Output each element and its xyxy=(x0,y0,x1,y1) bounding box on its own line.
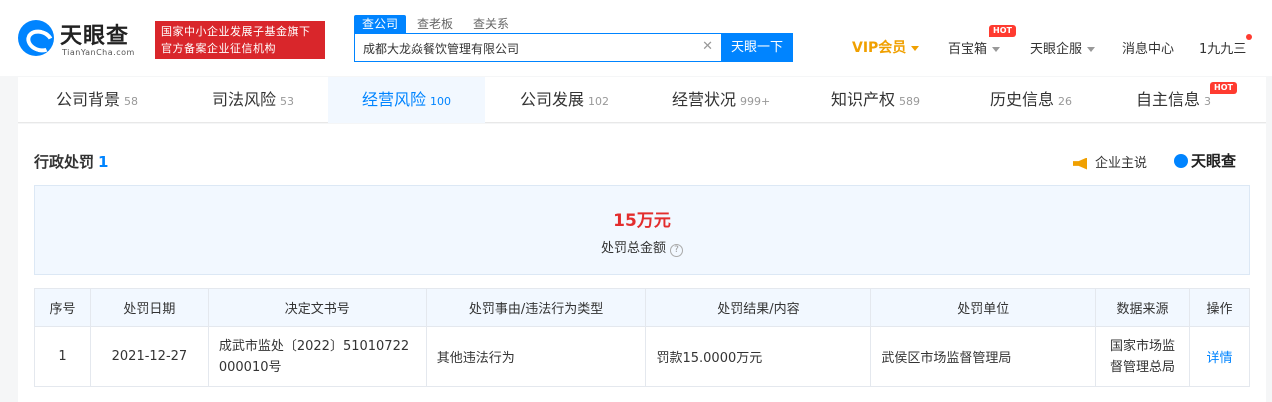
hot-badge: HOT xyxy=(1210,82,1237,94)
tab-operating-risk[interactable]: 经营风险 100 xyxy=(328,77,485,123)
doc-number-line-1: 成武市监处〔2022〕51010722 xyxy=(218,338,410,354)
cell-unit: 武侯区市场监督管理局 xyxy=(870,326,1097,387)
search-tab-relation[interactable]: 查关系 xyxy=(473,15,509,33)
search-input[interactable] xyxy=(363,39,693,57)
tab-label: 公司发展 xyxy=(520,90,585,109)
brand-watermark: 天眼查 xyxy=(1174,150,1236,171)
tab-count: 26 xyxy=(1058,95,1073,108)
top-header: 天眼查 TianYanCha.com 国家中小企业发展子基金旗下 官方备案企业征… xyxy=(0,0,1272,76)
doc-number-line-2: 000010号 xyxy=(218,359,282,375)
nav-enterprise-service-label: 天眼企服 xyxy=(1030,42,1083,57)
cell-source: 国家市场监 督管理总局 xyxy=(1095,326,1190,387)
cell-result: 罚款15.0000万元 xyxy=(645,326,872,387)
penalty-summary: 15万元 处罚总金额? xyxy=(34,185,1250,275)
cell-action: 详情 xyxy=(1189,326,1250,387)
chevron-down-icon xyxy=(992,47,1001,52)
tab-judicial-risk[interactable]: 司法风险 53 xyxy=(212,77,294,123)
section-title: 行政处罚 1 xyxy=(34,151,108,172)
col-source: 数据来源 xyxy=(1095,288,1190,327)
chevron-down-icon xyxy=(1087,47,1096,52)
col-action: 操作 xyxy=(1189,288,1250,327)
tab-company-development[interactable]: 公司发展 102 xyxy=(520,77,609,123)
tab-count: 3 xyxy=(1204,95,1212,108)
logo-text: 天眼查 xyxy=(60,24,130,49)
category-tabs: 公司背景 58 司法风险 53 经营风险 100 公司发展 102 经营状况 999+ 知… xyxy=(18,77,1266,123)
tab-count: 589 xyxy=(899,95,921,108)
cell-date: 2021-12-27 xyxy=(89,326,209,387)
nav-treasure-box-label: 百宝箱 xyxy=(948,42,988,57)
help-icon[interactable]: ? xyxy=(670,244,683,257)
hot-badge: HOT xyxy=(989,25,1016,37)
col-result: 处罚结果/内容 xyxy=(645,288,872,327)
tab-label: 历史信息 xyxy=(990,90,1055,109)
tab-count: 100 xyxy=(430,95,451,108)
total-penalty-label-row: 处罚总金额? xyxy=(35,237,1249,257)
tab-count: 53 xyxy=(280,95,295,108)
tab-count: 58 xyxy=(124,95,139,108)
vip-menu[interactable]: VIP会员 xyxy=(852,37,920,57)
search-box: ✕ xyxy=(354,33,722,62)
tab-intellectual-property[interactable]: 知识产权 589 xyxy=(831,77,920,123)
badge-line-2: 官方备案企业征信机构 xyxy=(161,42,276,55)
vip-label: VIP会员 xyxy=(852,40,907,56)
tab-history[interactable]: 历史信息 26 xyxy=(990,77,1072,123)
tab-label: 经营状况 xyxy=(672,90,737,109)
tab-label: 经营风险 xyxy=(361,90,426,109)
nav-treasure-box[interactable]: 百宝箱 xyxy=(948,38,1001,57)
search-button[interactable]: 天眼一下 xyxy=(721,33,793,62)
total-penalty-amount: 15万元 xyxy=(613,211,671,231)
logo-subtext: TianYanCha.com xyxy=(62,48,135,57)
table-header-row: 序号 处罚日期 决定文书号 处罚事由/违法行为类型 处罚结果/内容 处罚单位 数… xyxy=(34,288,1250,327)
enterprise-say-label: 企业主说 xyxy=(1095,156,1148,171)
tab-operating-status[interactable]: 经营状况 999+ xyxy=(672,77,770,123)
tab-label: 知识产权 xyxy=(831,90,896,109)
notification-dot xyxy=(1246,34,1252,40)
tab-company-background[interactable]: 公司背景 58 xyxy=(56,77,138,123)
col-reason: 处罚事由/违法行为类型 xyxy=(425,288,647,327)
badge-line-1: 国家中小企业发展子基金旗下 xyxy=(161,25,311,38)
official-badge: 国家中小企业发展子基金旗下 官方备案企业征信机构 xyxy=(155,21,325,59)
details-link[interactable]: 详情 xyxy=(1206,351,1232,366)
source-line-1: 国家市场监 xyxy=(1110,338,1176,354)
logo-icon xyxy=(1174,154,1188,168)
col-index: 序号 xyxy=(34,288,91,327)
brand-text: 天眼查 xyxy=(1191,152,1237,170)
nav-message-center[interactable]: 消息中心 xyxy=(1122,38,1174,57)
table-row: 1 2021-12-27 成武市监处〔2022〕51010722 000010号… xyxy=(34,326,1250,387)
nav-enterprise-service[interactable]: 天眼企服 xyxy=(1030,38,1096,57)
clear-icon[interactable]: ✕ xyxy=(702,39,713,54)
search-tab-company[interactable]: 查公司 xyxy=(354,15,407,33)
tab-self-info[interactable]: 自主信息 3 xyxy=(1136,77,1211,123)
user-menu[interactable]: 1九九三 xyxy=(1199,38,1246,57)
tab-label: 司法风险 xyxy=(212,90,277,109)
col-date: 处罚日期 xyxy=(89,288,209,327)
col-doc-number: 决定文书号 xyxy=(207,288,427,327)
tab-label: 自主信息 xyxy=(1136,90,1201,109)
logo-icon xyxy=(18,20,54,56)
section-count: 1 xyxy=(98,153,109,171)
tab-count: 102 xyxy=(588,95,610,108)
tab-label: 公司背景 xyxy=(56,90,121,109)
chevron-down-icon xyxy=(911,45,920,51)
speaker-icon xyxy=(1073,157,1087,170)
admin-penalty-section: 行政处罚 1 企业主说 天眼查 15万元 处罚总金额? 序号 处罚日期 决定文书号… xyxy=(18,124,1266,402)
cell-doc-number: 成武市监处〔2022〕51010722 000010号 xyxy=(207,326,427,387)
enterprise-say-link[interactable]: 企业主说 xyxy=(1073,152,1147,171)
col-unit: 处罚单位 xyxy=(870,288,1097,327)
section-title-text: 行政处罚 xyxy=(34,153,95,171)
tab-count: 999+ xyxy=(740,95,771,108)
cell-index: 1 xyxy=(34,326,91,387)
site-logo[interactable]: 天眼查 TianYanCha.com xyxy=(18,18,148,62)
source-line-2: 督管理总局 xyxy=(1110,359,1176,375)
total-penalty-label: 处罚总金额 xyxy=(600,241,666,256)
cell-reason: 其他违法行为 xyxy=(425,326,647,387)
penalty-table: 序号 处罚日期 决定文书号 处罚事由/违法行为类型 处罚结果/内容 处罚单位 数… xyxy=(34,288,1250,387)
search-tab-boss[interactable]: 查老板 xyxy=(417,15,453,33)
